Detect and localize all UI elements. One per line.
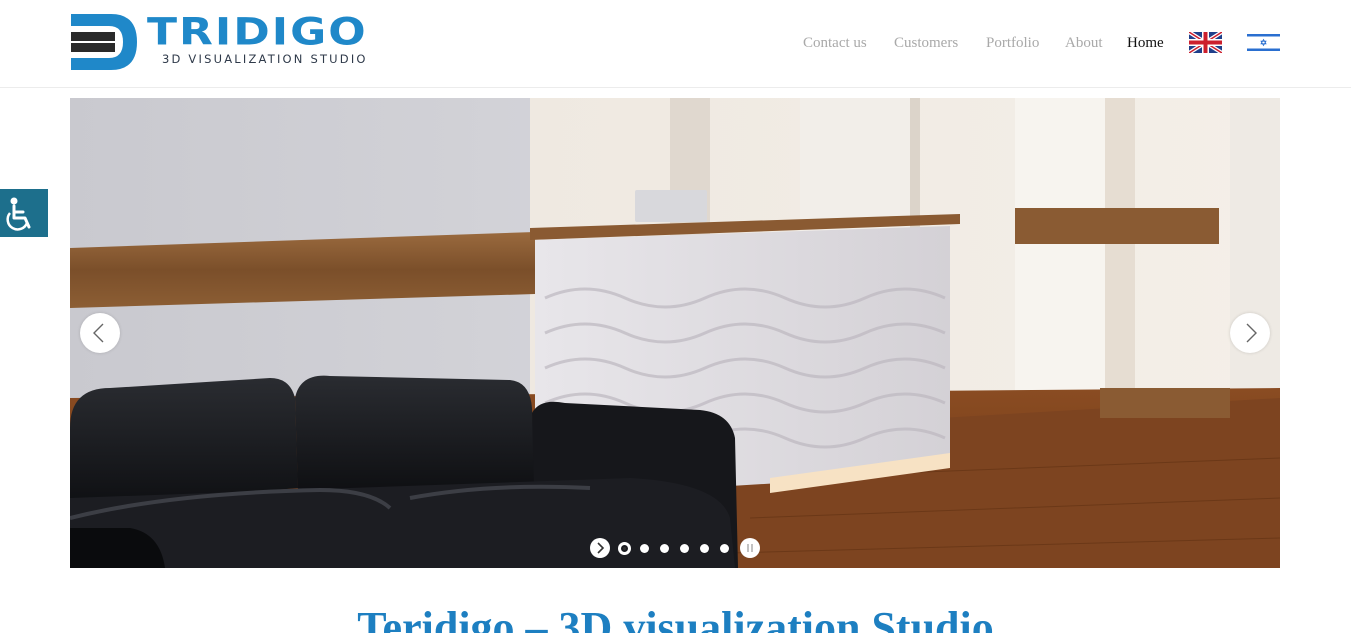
page-title: Teridigo – 3D visualization Studio: [357, 603, 994, 633]
wheelchair-icon: [6, 197, 31, 231]
accessibility-button[interactable]: [0, 189, 48, 237]
play-icon: [597, 542, 605, 554]
nav-item-contact-us[interactable]: Contact us: [803, 33, 867, 53]
chevron-left-icon: [93, 323, 104, 343]
slider-dot-4[interactable]: [680, 544, 689, 553]
slider-dot-5[interactable]: [700, 544, 709, 553]
slider-prev-button[interactable]: [80, 313, 120, 353]
slider-dot-1[interactable]: [618, 542, 631, 555]
slider-pagination: [589, 538, 764, 558]
pause-icon: [747, 544, 753, 552]
slider-play-button[interactable]: [590, 538, 610, 558]
slider-dot-2[interactable]: [640, 544, 649, 553]
slider-pause-button[interactable]: [740, 538, 760, 558]
israel-flag-icon[interactable]: [1247, 32, 1280, 53]
slider-dot-6[interactable]: [720, 544, 729, 553]
hero-slider[interactable]: [70, 98, 1280, 568]
main-nav: Contact us Customers Portfolio About Hom…: [0, 33, 1351, 53]
slider-next-button[interactable]: [1230, 313, 1270, 353]
nav-item-home[interactable]: Home: [1127, 33, 1164, 53]
slide-image: [70, 98, 1280, 568]
nav-item-about[interactable]: About: [1065, 33, 1103, 53]
slider-dot-3[interactable]: [660, 544, 669, 553]
brand-tagline: 3D VISUALIZATION STUDIO: [162, 52, 368, 66]
chevron-right-icon: [1246, 323, 1257, 343]
nav-item-portfolio[interactable]: Portfolio: [986, 33, 1039, 53]
nav-item-customers[interactable]: Customers: [894, 33, 958, 53]
english-flag-icon[interactable]: [1189, 32, 1222, 53]
site-header: TRIDIGO 3D VISUALIZATION STUDIO Contact …: [0, 0, 1351, 88]
